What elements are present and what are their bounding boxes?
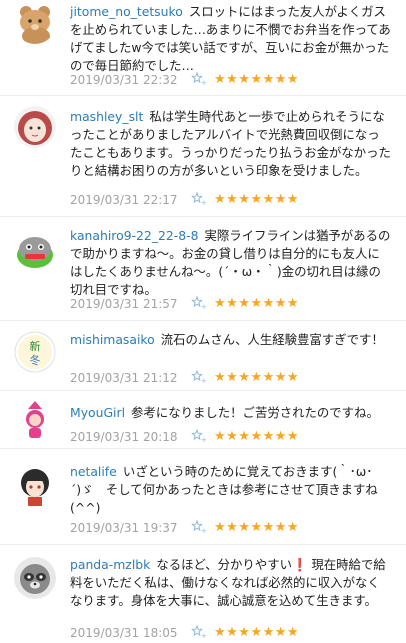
star-rating: ★★★★★★★	[214, 192, 300, 207]
star-rating: ★★★★★★★	[214, 296, 300, 311]
comment-date: 2019/03/31 19:37	[70, 521, 178, 535]
svg-text:+: +	[201, 79, 207, 87]
comment-item: 新冬 mishimasaiko 流石のムさん、人生経験豊富すぎです！ 2019/0…	[0, 321, 406, 391]
anime-girl-avatar[interactable]	[14, 465, 56, 507]
username-link[interactable]: MyouGirl	[70, 405, 125, 420]
comment-list: jitome_no_tetsuko スロットにはまった友人がよくガスを止められてい…	[0, 0, 406, 640]
comment-body: mashley_slt 私は学生時代あと一歩で止められそうになったことがありました…	[70, 108, 392, 180]
rate-icon[interactable]: +	[191, 295, 207, 311]
comment-body: netalife いざという時のために覚えておきます(｀･ω･´)ゞ そして何かあ…	[70, 463, 392, 517]
comment-meta: 2019/03/31 21:57 + ★★★★★★★	[70, 294, 392, 314]
username-link[interactable]: kanahiro9-22_22-8-8	[70, 228, 199, 243]
comment-date: 2019/03/31 21:57	[70, 297, 178, 311]
comment-date: 2019/03/31 21:12	[70, 371, 178, 385]
svg-text:+: +	[201, 632, 207, 640]
star-rating: ★★★★★★★	[214, 625, 300, 640]
svg-text:+: +	[201, 199, 207, 207]
raccoon-avatar[interactable]	[14, 557, 56, 599]
pink-girl-avatar[interactable]	[14, 399, 56, 441]
star-rating: ★★★★★★★	[214, 370, 300, 385]
svg-text:冬: 冬	[30, 353, 41, 367]
comment-body: kanahiro9-22_22-8-8 実際ライフラインは猶予があるので助かります…	[70, 227, 392, 299]
username-link[interactable]: mashley_slt	[70, 109, 143, 124]
comment-body: MyouGirl 参考になりました！ご苦労されたのですね。	[70, 404, 392, 422]
comment-body: jitome_no_tetsuko スロットにはまった友人がよくガスを止められてい…	[70, 3, 392, 75]
comment-text: 流石のムさん、人生経験豊富すぎです！	[160, 332, 384, 347]
comment-text: 参考になりました！ご苦労されたのですね。	[131, 405, 379, 420]
bear-avatar[interactable]	[14, 2, 56, 44]
svg-text:+: +	[201, 436, 207, 444]
star-rating: ★★★★★★★	[214, 72, 300, 87]
comment-meta: 2019/03/31 18:05 + ★★★★★★★	[70, 623, 392, 643]
username-link[interactable]: netalife	[70, 464, 117, 479]
new-winter-avatar[interactable]: 新冬	[14, 331, 56, 373]
comment-item: mashley_slt 私は学生時代あと一歩で止められそうになったことがありました…	[0, 96, 406, 217]
username-link[interactable]: jitome_no_tetsuko	[70, 4, 183, 19]
comment-date: 2019/03/31 20:18	[70, 430, 178, 444]
green-creature-avatar[interactable]	[14, 229, 56, 271]
comment-item: kanahiro9-22_22-8-8 実際ライフラインは猶予があるので助かります…	[0, 217, 406, 321]
svg-text:+: +	[201, 527, 207, 535]
star-rating: ★★★★★★★	[214, 429, 300, 444]
comment-item: netalife いざという時のために覚えておきます(｀･ω･´)ゞ そして何かあ…	[0, 449, 406, 545]
username-link[interactable]: panda-mzlbk	[70, 557, 150, 572]
comment-meta: 2019/03/31 22:17 + ★★★★★★★	[70, 190, 392, 210]
svg-text:+: +	[201, 377, 207, 385]
comment-meta: 2019/03/31 21:12 + ★★★★★★★	[70, 368, 392, 388]
comment-body: mishimasaiko 流石のムさん、人生経験豊富すぎです！	[70, 331, 392, 349]
rate-icon[interactable]: +	[191, 428, 207, 444]
svg-text:新: 新	[30, 339, 41, 353]
username-link[interactable]: mishimasaiko	[70, 332, 155, 347]
comment-date: 2019/03/31 22:17	[70, 193, 178, 207]
comment-meta: 2019/03/31 22:32 + ★★★★★★★	[70, 70, 392, 90]
svg-text:+: +	[201, 303, 207, 311]
rate-icon[interactable]: +	[191, 71, 207, 87]
comment-item: panda-mzlbk なるほど、分かりやすい❗ 現在時給で給料をいただく私は、働…	[0, 545, 406, 640]
comment-date: 2019/03/31 18:05	[70, 626, 178, 640]
rate-icon[interactable]: +	[191, 519, 207, 535]
red-hair-avatar[interactable]	[14, 106, 56, 148]
rate-icon[interactable]: +	[191, 369, 207, 385]
rate-icon[interactable]: +	[191, 624, 207, 640]
comment-meta: 2019/03/31 19:37 + ★★★★★★★	[70, 518, 392, 538]
comment-body: panda-mzlbk なるほど、分かりやすい❗ 現在時給で給料をいただく私は、働…	[70, 556, 392, 610]
comment-meta: 2019/03/31 20:18 + ★★★★★★★	[70, 427, 392, 447]
comment-date: 2019/03/31 22:32	[70, 73, 178, 87]
star-rating: ★★★★★★★	[214, 520, 300, 535]
comment-item: MyouGirl 参考になりました！ご苦労されたのですね。 2019/03/31 …	[0, 391, 406, 449]
rate-icon[interactable]: +	[191, 191, 207, 207]
comment-item: jitome_no_tetsuko スロットにはまった友人がよくガスを止められてい…	[0, 0, 406, 96]
